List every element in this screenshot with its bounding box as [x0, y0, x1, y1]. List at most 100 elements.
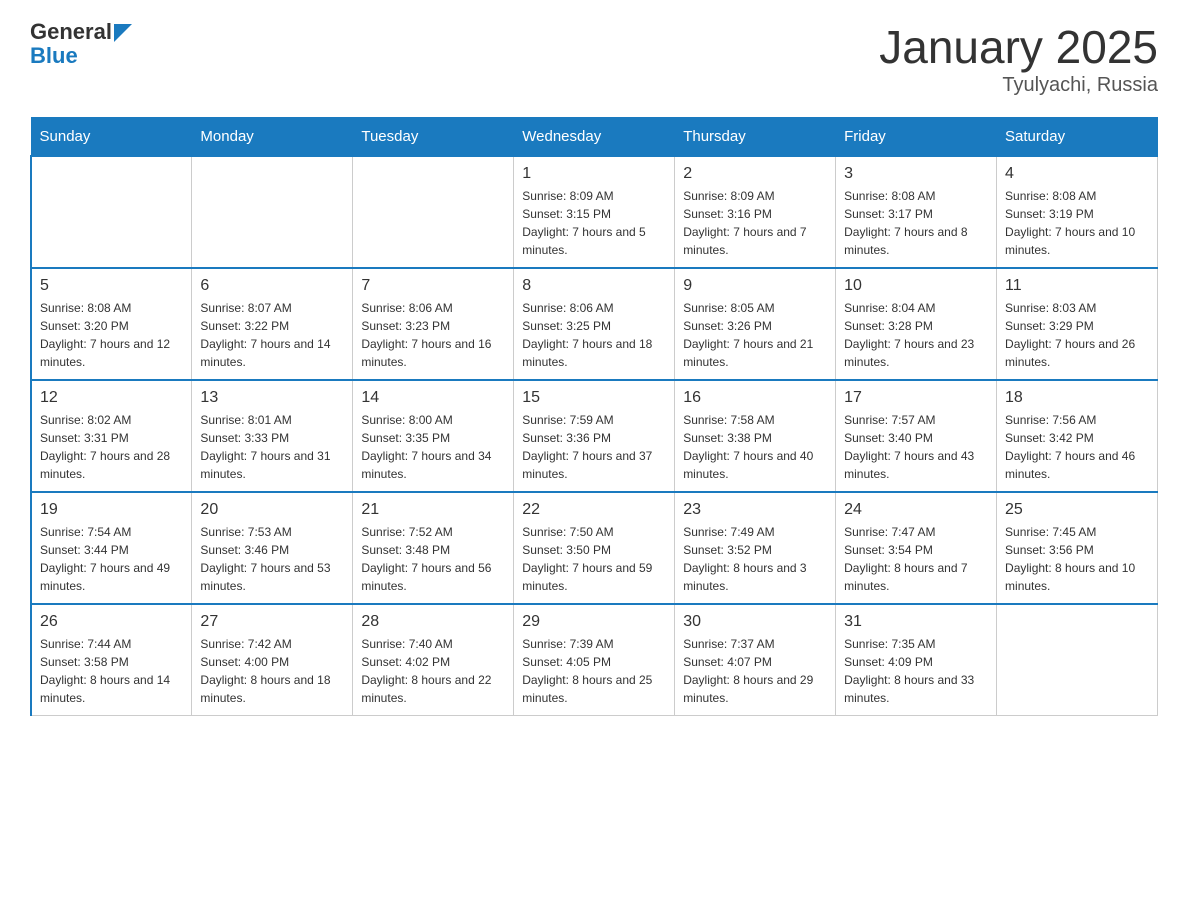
calendar-day-cell: 6 Sunrise: 8:07 AM Sunset: 3:22 PM Daylig…: [192, 268, 353, 380]
logo-text-blue: Blue: [30, 44, 132, 68]
calendar-week-row: 26 Sunrise: 7:44 AM Sunset: 3:58 PM Dayli…: [31, 604, 1158, 716]
calendar-day-header: Saturday: [997, 118, 1158, 157]
calendar-day-cell: 30Sunrise: 7:37 AM Sunset: 4:07 PM Dayli…: [675, 604, 836, 716]
day-number: 13: [200, 389, 344, 407]
calendar-day-cell: 31 Sunrise: 7:35 AM Sunset: 4:09 PM Dayli…: [836, 604, 997, 716]
calendar-table: SundayMondayTuesdayWednesdayThursdayFrid…: [30, 117, 1158, 716]
day-number: 30: [683, 613, 827, 631]
day-info: Sunrise: 8:03 AM Sunset: 3:29 PM Dayligh…: [1005, 299, 1149, 371]
day-info: Sunrise: 7:59 AM Sunset: 3:36 PM Dayligh…: [522, 411, 666, 483]
calendar-day-cell: 8 Sunrise: 8:06 AM Sunset: 3:25 PM Daylig…: [514, 268, 675, 380]
page-header: General Blue January 2025 Tyulyachi, Rus…: [30, 20, 1158, 97]
calendar-header-row: SundayMondayTuesdayWednesdayThursdayFrid…: [31, 118, 1158, 157]
calendar-day-header: Thursday: [675, 118, 836, 157]
day-info: Sunrise: 8:05 AM Sunset: 3:26 PM Dayligh…: [683, 299, 827, 371]
day-number: 7: [361, 277, 505, 295]
calendar-day-header: Sunday: [31, 118, 192, 157]
day-info: Sunrise: 7:53 AM Sunset: 3:46 PM Dayligh…: [200, 523, 344, 595]
day-number: 15: [522, 389, 666, 407]
day-number: 29: [522, 613, 666, 631]
day-info: Sunrise: 7:52 AM Sunset: 3:48 PM Dayligh…: [361, 523, 505, 595]
day-number: 8: [522, 277, 666, 295]
calendar-day-cell: [997, 604, 1158, 716]
day-info: Sunrise: 7:39 AM Sunset: 4:05 PM Dayligh…: [522, 635, 666, 707]
day-info: Sunrise: 7:45 AM Sunset: 3:56 PM Dayligh…: [1005, 523, 1149, 595]
calendar-day-cell: 7 Sunrise: 8:06 AM Sunset: 3:23 PM Daylig…: [353, 268, 514, 380]
calendar-day-cell: 2Sunrise: 8:09 AM Sunset: 3:16 PM Daylig…: [675, 156, 836, 268]
day-number: 19: [40, 501, 183, 519]
calendar-day-cell: 28Sunrise: 7:40 AM Sunset: 4:02 PM Dayli…: [353, 604, 514, 716]
day-number: 1: [522, 165, 666, 183]
day-info: Sunrise: 8:08 AM Sunset: 3:19 PM Dayligh…: [1005, 187, 1149, 259]
calendar-subtitle: Tyulyachi, Russia: [879, 74, 1158, 97]
calendar-day-cell: 16 Sunrise: 7:58 AM Sunset: 3:38 PM Dayli…: [675, 380, 836, 492]
day-number: 21: [361, 501, 505, 519]
calendar-day-header: Monday: [192, 118, 353, 157]
calendar-title: January 2025: [879, 20, 1158, 74]
day-number: 27: [200, 613, 344, 631]
calendar-day-cell: [353, 156, 514, 268]
calendar-day-cell: 13Sunrise: 8:01 AM Sunset: 3:33 PM Dayli…: [192, 380, 353, 492]
calendar-day-cell: 17 Sunrise: 7:57 AM Sunset: 3:40 PM Dayli…: [836, 380, 997, 492]
title-block: January 2025 Tyulyachi, Russia: [879, 20, 1158, 97]
day-info: Sunrise: 7:35 AM Sunset: 4:09 PM Dayligh…: [844, 635, 988, 707]
calendar-day-cell: 29 Sunrise: 7:39 AM Sunset: 4:05 PM Dayli…: [514, 604, 675, 716]
day-number: 5: [40, 277, 183, 295]
day-number: 11: [1005, 277, 1149, 295]
day-info: Sunrise: 7:58 AM Sunset: 3:38 PM Dayligh…: [683, 411, 827, 483]
day-info: Sunrise: 7:57 AM Sunset: 3:40 PM Dayligh…: [844, 411, 988, 483]
day-number: 17: [844, 389, 988, 407]
logo-triangle-icon: [114, 24, 132, 42]
day-number: 25: [1005, 501, 1149, 519]
day-number: 31: [844, 613, 988, 631]
day-info: Sunrise: 8:07 AM Sunset: 3:22 PM Dayligh…: [200, 299, 344, 371]
day-number: 16: [683, 389, 827, 407]
day-info: Sunrise: 7:54 AM Sunset: 3:44 PM Dayligh…: [40, 523, 183, 595]
day-number: 12: [40, 389, 183, 407]
calendar-day-cell: 1 Sunrise: 8:09 AM Sunset: 3:15 PM Daylig…: [514, 156, 675, 268]
day-info: Sunrise: 8:08 AM Sunset: 3:20 PM Dayligh…: [40, 299, 183, 371]
day-number: 14: [361, 389, 505, 407]
day-info: Sunrise: 8:08 AM Sunset: 3:17 PM Dayligh…: [844, 187, 988, 259]
day-number: 6: [200, 277, 344, 295]
calendar-day-cell: [31, 156, 192, 268]
calendar-day-cell: 25 Sunrise: 7:45 AM Sunset: 3:56 PM Dayli…: [997, 492, 1158, 604]
day-info: Sunrise: 7:47 AM Sunset: 3:54 PM Dayligh…: [844, 523, 988, 595]
day-info: Sunrise: 7:49 AM Sunset: 3:52 PM Dayligh…: [683, 523, 827, 595]
calendar-day-header: Friday: [836, 118, 997, 157]
day-number: 26: [40, 613, 183, 631]
calendar-day-cell: 14Sunrise: 8:00 AM Sunset: 3:35 PM Dayli…: [353, 380, 514, 492]
calendar-week-row: 12 Sunrise: 8:02 AM Sunset: 3:31 PM Dayli…: [31, 380, 1158, 492]
calendar-day-cell: 4 Sunrise: 8:08 AM Sunset: 3:19 PM Daylig…: [997, 156, 1158, 268]
day-number: 10: [844, 277, 988, 295]
day-number: 3: [844, 165, 988, 183]
calendar-week-row: 5 Sunrise: 8:08 AM Sunset: 3:20 PM Daylig…: [31, 268, 1158, 380]
day-info: Sunrise: 8:06 AM Sunset: 3:23 PM Dayligh…: [361, 299, 505, 371]
calendar-day-header: Tuesday: [353, 118, 514, 157]
day-info: Sunrise: 7:42 AM Sunset: 4:00 PM Dayligh…: [200, 635, 344, 707]
calendar-day-cell: 24 Sunrise: 7:47 AM Sunset: 3:54 PM Dayli…: [836, 492, 997, 604]
day-number: 24: [844, 501, 988, 519]
calendar-day-cell: 18Sunrise: 7:56 AM Sunset: 3:42 PM Dayli…: [997, 380, 1158, 492]
day-number: 9: [683, 277, 827, 295]
calendar-day-cell: 3 Sunrise: 8:08 AM Sunset: 3:17 PM Daylig…: [836, 156, 997, 268]
day-number: 22: [522, 501, 666, 519]
day-info: Sunrise: 8:02 AM Sunset: 3:31 PM Dayligh…: [40, 411, 183, 483]
day-info: Sunrise: 7:50 AM Sunset: 3:50 PM Dayligh…: [522, 523, 666, 595]
day-number: 4: [1005, 165, 1149, 183]
day-info: Sunrise: 7:44 AM Sunset: 3:58 PM Dayligh…: [40, 635, 183, 707]
calendar-day-cell: 26 Sunrise: 7:44 AM Sunset: 3:58 PM Dayli…: [31, 604, 192, 716]
calendar-day-cell: 15 Sunrise: 7:59 AM Sunset: 3:36 PM Dayli…: [514, 380, 675, 492]
calendar-day-header: Wednesday: [514, 118, 675, 157]
day-info: Sunrise: 8:09 AM Sunset: 3:15 PM Dayligh…: [522, 187, 666, 259]
calendar-week-row: 1 Sunrise: 8:09 AM Sunset: 3:15 PM Daylig…: [31, 156, 1158, 268]
calendar-day-cell: 12 Sunrise: 8:02 AM Sunset: 3:31 PM Dayli…: [31, 380, 192, 492]
day-info: Sunrise: 8:09 AM Sunset: 3:16 PM Dayligh…: [683, 187, 827, 259]
calendar-day-cell: 19 Sunrise: 7:54 AM Sunset: 3:44 PM Dayli…: [31, 492, 192, 604]
calendar-day-cell: 5 Sunrise: 8:08 AM Sunset: 3:20 PM Daylig…: [31, 268, 192, 380]
day-info: Sunrise: 8:06 AM Sunset: 3:25 PM Dayligh…: [522, 299, 666, 371]
calendar-day-cell: 9 Sunrise: 8:05 AM Sunset: 3:26 PM Daylig…: [675, 268, 836, 380]
logo-text-general: General: [30, 20, 112, 44]
day-number: 18: [1005, 389, 1149, 407]
day-number: 23: [683, 501, 827, 519]
